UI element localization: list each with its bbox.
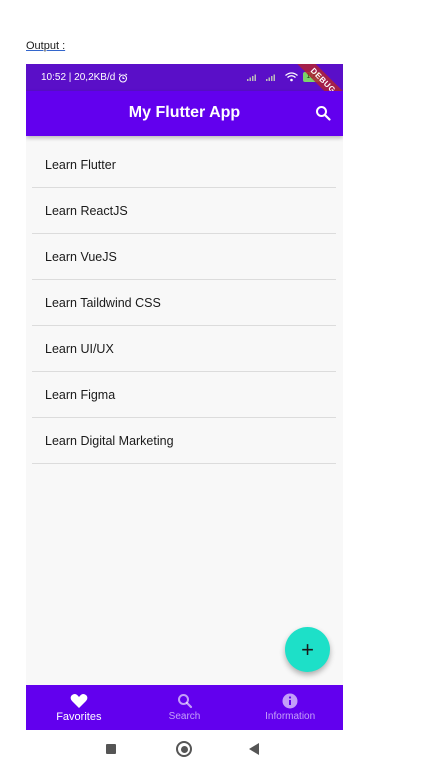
alarm-icon — [119, 72, 128, 82]
nav-label-information: Information — [265, 711, 316, 722]
nav-label-favorites: Favorites — [56, 710, 102, 723]
list-item[interactable]: Learn UI/UX — [32, 326, 336, 372]
system-navigation-bar — [26, 730, 343, 758]
list-item[interactable]: Learn ReactJS — [32, 188, 336, 234]
list-item[interactable]: Learn Flutter — [32, 142, 336, 188]
phone-screen: 10:52 | 20,2KB/d DEBUG My Flutter App Le… — [26, 64, 343, 758]
nav-item-information[interactable]: Information — [237, 685, 343, 730]
signal-icon — [247, 74, 257, 81]
add-button[interactable]: + — [285, 627, 330, 672]
list-item[interactable]: Learn Digital Marketing — [32, 418, 336, 464]
info-icon — [282, 693, 298, 709]
list-item[interactable]: Learn Figma — [32, 372, 336, 418]
nav-label-search: Search — [168, 711, 201, 722]
list-item[interactable]: Learn VueJS — [32, 234, 336, 280]
home-button[interactable] — [176, 741, 192, 757]
output-caption: Output : — [26, 40, 66, 52]
app-bar: My Flutter App — [26, 91, 343, 136]
plus-icon: + — [301, 637, 314, 662]
back-button[interactable] — [249, 743, 259, 755]
app-title: My Flutter App — [128, 104, 241, 121]
course-list: Learn Flutter Learn ReactJS Learn VueJS … — [32, 142, 336, 464]
recents-button[interactable] — [106, 744, 116, 754]
bottom-navigation: Favorites Search Information — [26, 685, 343, 730]
status-bar: 10:52 | 20,2KB/d DEBUG — [26, 64, 343, 111]
status-time-speed: 10:52 | 20,2KB/d — [41, 72, 116, 83]
search-icon — [177, 694, 192, 709]
nav-item-search[interactable]: Search — [132, 685, 238, 730]
signal-2-icon — [266, 74, 276, 81]
list-item[interactable]: Learn Taildwind CSS — [32, 280, 336, 326]
status-left: 10:52 | 20,2KB/d — [41, 72, 128, 83]
search-icon[interactable] — [315, 105, 331, 121]
nav-item-favorites[interactable]: Favorites — [26, 685, 132, 730]
wifi-icon — [285, 72, 299, 82]
heart-icon — [70, 693, 88, 708]
